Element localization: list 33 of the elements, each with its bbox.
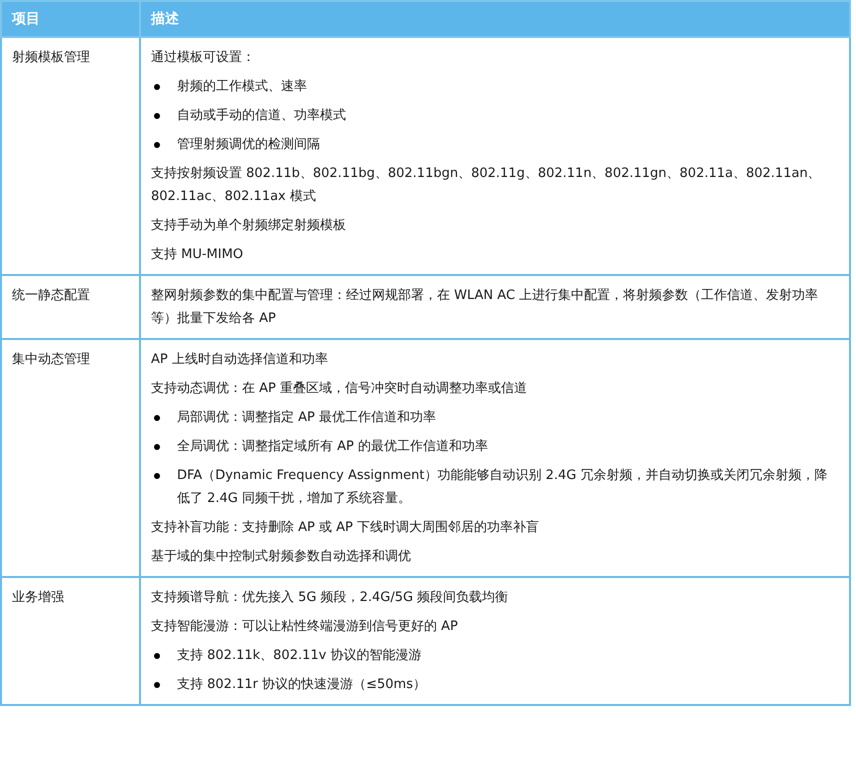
- list-item: 射频的工作模式、速率: [177, 78, 307, 96]
- column-header: 项目: [1, 1, 140, 37]
- paragraph: AP 上线时自动选择信道和功率: [151, 351, 329, 369]
- paragraph: 支持动态调优：在 AP 重叠区域，信号冲突时自动调整功率或信道: [151, 380, 528, 398]
- paragraph: 通过模板可设置：: [151, 49, 256, 67]
- table-cell: 射频模板管理: [1, 37, 140, 275]
- column-header: 描述: [140, 1, 850, 37]
- paragraph: 基于域的集中控制式射频参数自动选择和调优: [151, 548, 412, 566]
- paragraph: 支持按射频设置 802.11b、802.11bg、802.11bgn、802.11g、802.11n、802.11gn、802.11a、802.11an、802.11ac、802.11ax 模式: [151, 165, 822, 206]
- paragraph: 支持补盲功能：支持删除 AP 或 AP 下线时调大周围邻居的功率补盲: [151, 519, 540, 537]
- table-cell: 业务增强: [1, 577, 140, 705]
- table-cell: 集中动态管理: [1, 339, 140, 577]
- list-item: 自动或手动的信道、功率模式: [177, 107, 346, 125]
- table-cell: 统一静态配置: [1, 275, 140, 339]
- bullet-icon: [154, 415, 160, 421]
- list-item: 支持 802.11r 协议的快速漫游（≤50ms）: [177, 676, 426, 694]
- list-item: DFA（Dynamic Frequency Assignment）功能能够自动识别 2.4G 冗余射频，并自动切换或关闭冗余射频，降低了 2.4G 同频干扰，增加了系统容量。: [177, 467, 828, 508]
- paragraph: 支持频谱导航：优先接入 5G 频段，2.4G/5G 频段间负载均衡: [151, 589, 510, 607]
- bullet-icon: [154, 682, 160, 688]
- paragraph: 支持手动为单个射频绑定射频模板: [151, 217, 347, 235]
- bullet-icon: [154, 653, 160, 659]
- bullet-icon: [154, 113, 160, 119]
- list-item: 局部调优：调整指定 AP 最优工作信道和功率: [177, 409, 436, 427]
- paragraph: 支持 MU-MIMO: [151, 246, 244, 264]
- list-item: 全局调优：调整指定域所有 AP 的最优工作信道和功率: [177, 438, 488, 456]
- bullet-icon: [154, 142, 160, 148]
- list-item: 支持 802.11k、802.11v 协议的智能漫游: [177, 647, 422, 665]
- list-item: 管理射频调优的检测间隔: [177, 136, 320, 154]
- paragraph: 支持智能漫游：可以让粘性终端漫游到信号更好的 AP: [151, 618, 459, 636]
- bullet-icon: [154, 444, 160, 450]
- paragraph: 整网射频参数的集中配置与管理：经过网规部署，在 WLAN AC 上进行集中配置，将射频参数（工作信道、发射功率等）批量下发给各 AP: [151, 287, 820, 328]
- bullet-icon: [154, 84, 160, 90]
- bullet-icon: [154, 473, 160, 479]
